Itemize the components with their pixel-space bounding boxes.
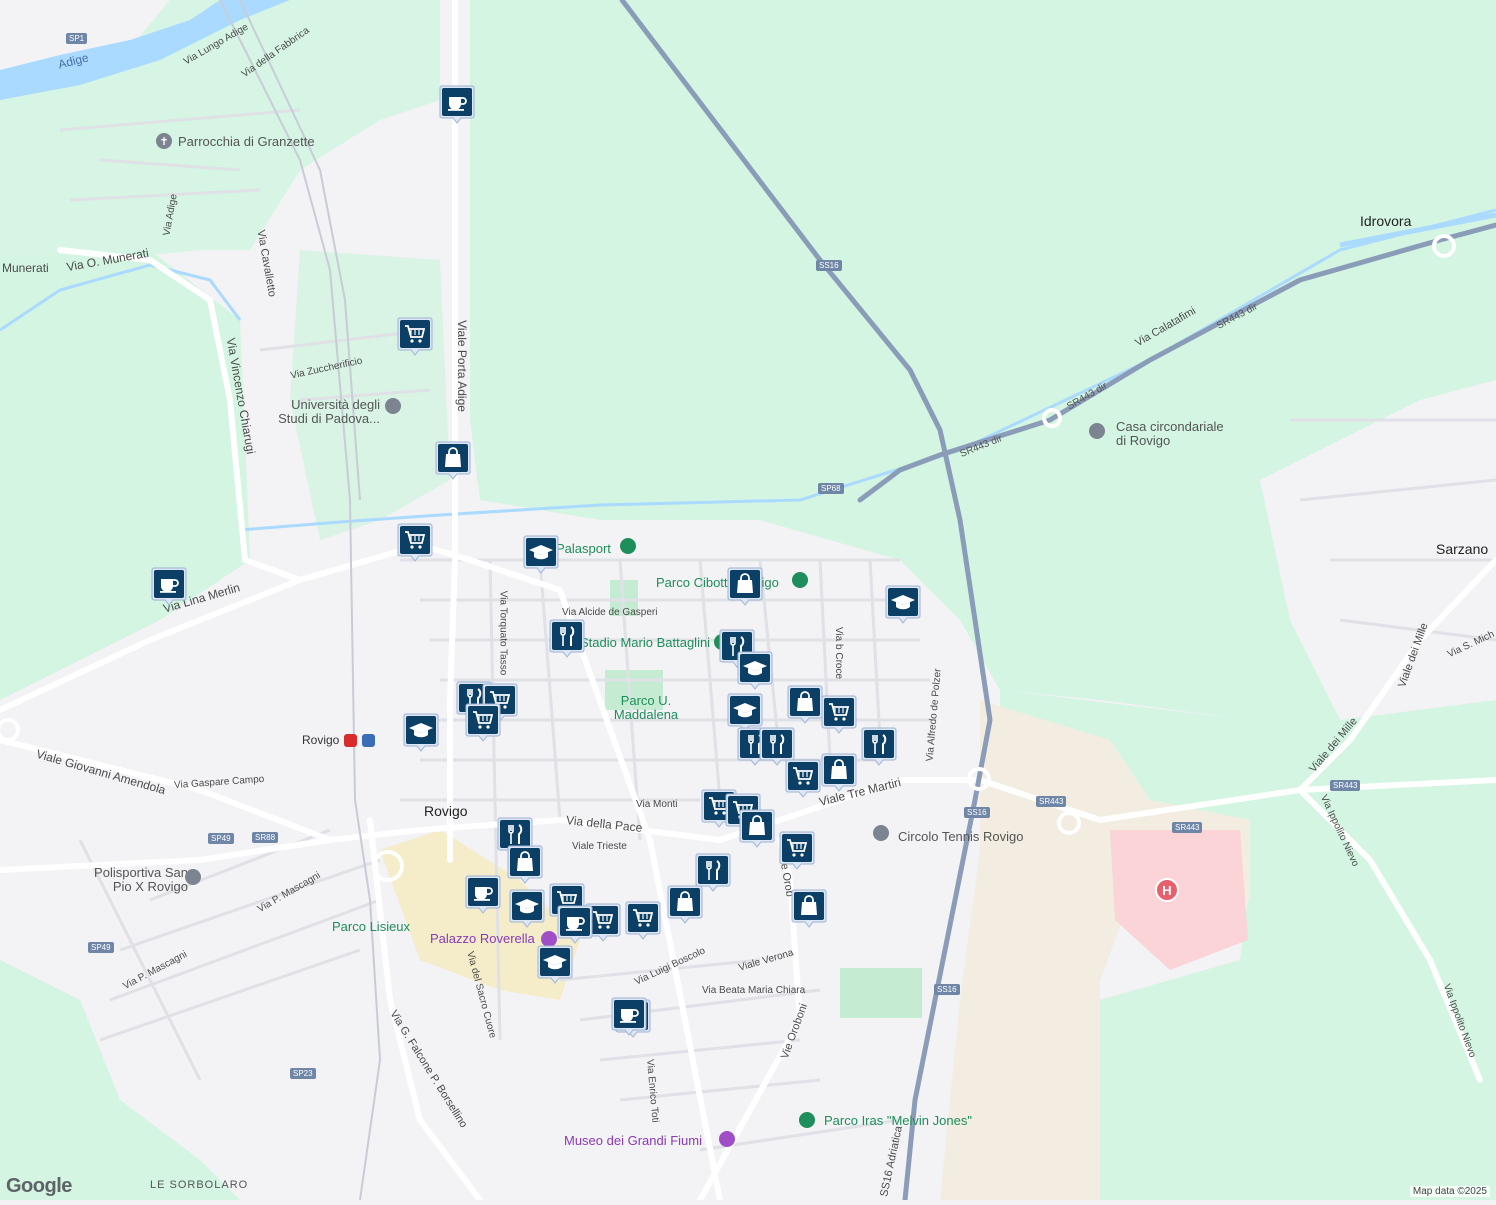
svg-text:✝: ✝ <box>159 135 168 148</box>
cart-icon <box>821 695 857 734</box>
poi-marker-cart[interactable] <box>821 694 857 734</box>
bag-icon <box>821 753 857 792</box>
map-attribution: Map data ©2025 <box>1409 1186 1490 1197</box>
poi-marker-cafe[interactable] <box>611 996 647 1036</box>
cart-icon <box>779 831 815 870</box>
school-icon <box>737 651 773 690</box>
poi-marker-school[interactable] <box>885 584 921 624</box>
bag-icon <box>435 441 471 480</box>
bag-icon <box>667 885 703 924</box>
cart-icon <box>625 901 661 940</box>
map-canvas[interactable]: H Rovigo Idrovora Sarzano LE SORBOLARO A… <box>0 0 1496 1203</box>
cafe-icon <box>465 875 501 914</box>
cafe-icon <box>611 997 647 1036</box>
poi-marker-school[interactable] <box>523 534 559 574</box>
poi-marker-cart[interactable] <box>397 522 433 562</box>
poi-marker-bag[interactable] <box>435 440 471 480</box>
school-icon <box>403 713 439 752</box>
school-icon <box>537 945 573 984</box>
cafe-icon <box>557 905 593 944</box>
poi-marker-cart[interactable] <box>785 758 821 798</box>
poi-marker-cafe[interactable] <box>151 566 187 606</box>
poi-marker-bag[interactable] <box>727 566 763 606</box>
restaurant-icon <box>549 619 585 658</box>
bag-icon <box>791 889 827 928</box>
poi-marker-cafe[interactable] <box>465 874 501 914</box>
poi-marker-cafe[interactable] <box>439 84 475 124</box>
cart-icon <box>465 703 501 742</box>
poi-marker-cart[interactable] <box>397 316 433 356</box>
poi-marker-cart[interactable] <box>779 830 815 870</box>
poi-marker-cart[interactable] <box>465 702 501 742</box>
poi-marker-school[interactable] <box>403 712 439 752</box>
poi-marker-bag[interactable] <box>787 684 823 724</box>
bag-icon <box>787 685 823 724</box>
cafe-icon <box>439 85 475 124</box>
bag-icon <box>727 567 763 606</box>
cafe-icon <box>151 567 187 606</box>
cart-icon <box>785 759 821 798</box>
poi-marker-bag[interactable] <box>739 808 775 848</box>
poi-marker-school[interactable] <box>537 944 573 984</box>
poi-marker-cafe[interactable] <box>557 904 593 944</box>
bag-icon <box>739 809 775 848</box>
cart-icon <box>397 317 433 356</box>
restaurant-icon <box>861 727 897 766</box>
bag-icon <box>507 845 543 884</box>
poi-marker-school[interactable] <box>509 888 545 928</box>
school-icon <box>885 585 921 624</box>
poi-marker-bag[interactable] <box>667 884 703 924</box>
poi-marker-restaurant[interactable] <box>861 726 897 766</box>
poi-marker-restaurant[interactable] <box>549 618 585 658</box>
school-icon <box>523 535 559 574</box>
google-logo: Google <box>6 1175 72 1197</box>
poi-marker-bag[interactable] <box>507 844 543 884</box>
poi-marker-school[interactable] <box>737 650 773 690</box>
poi-marker-cart[interactable] <box>625 900 661 940</box>
cart-icon <box>397 523 433 562</box>
poi-marker-bag[interactable] <box>791 888 827 928</box>
school-icon <box>509 889 545 928</box>
poi-marker-bag[interactable] <box>821 752 857 792</box>
